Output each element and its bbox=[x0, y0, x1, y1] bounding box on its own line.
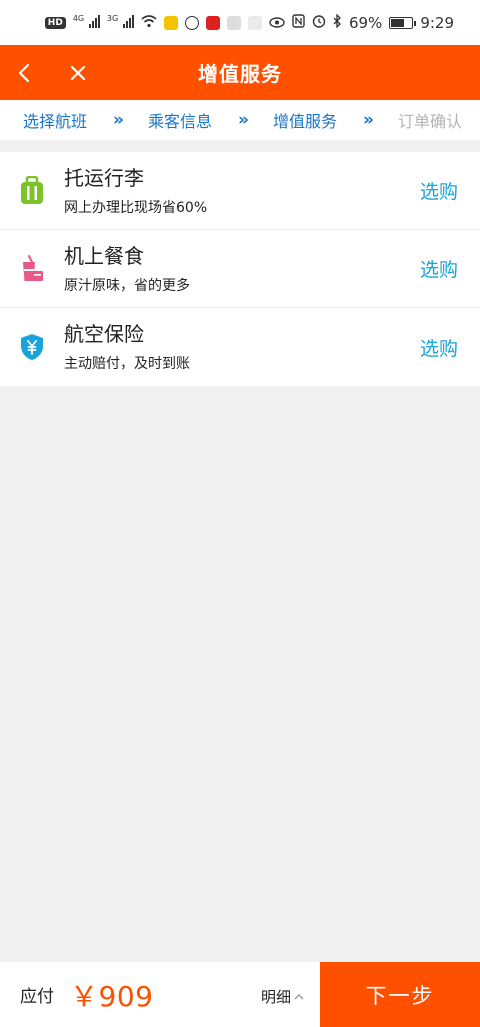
back-button[interactable] bbox=[4, 45, 44, 100]
nfc-icon bbox=[292, 13, 305, 32]
booking-steps: 选择航班 » 乘客信息 » 增值服务 » 订单确认 bbox=[0, 100, 480, 140]
service-item-insurance[interactable]: 航空保险 主动赔付，及时到账 选购 bbox=[0, 308, 480, 386]
clock-time: 9:29 bbox=[420, 13, 454, 32]
network-type-label: 3G bbox=[106, 13, 119, 23]
buy-button-meal[interactable]: 选购 bbox=[420, 255, 458, 282]
total-amount: ￥909 bbox=[70, 979, 154, 1013]
battery-icon bbox=[389, 16, 417, 29]
app-notification-icon bbox=[184, 15, 199, 30]
service-title: 机上餐食 bbox=[64, 243, 144, 268]
chevron-up-icon bbox=[294, 994, 304, 1000]
signal-1-icon: 4G bbox=[73, 14, 100, 32]
bluetooth-icon bbox=[333, 12, 342, 32]
detail-toggle[interactable]: 明细 bbox=[261, 986, 304, 1007]
app-notification-icon bbox=[163, 15, 178, 30]
buy-button-baggage[interactable]: 选购 bbox=[420, 177, 458, 204]
double-chevron-right-icon: » bbox=[238, 110, 249, 130]
detail-label: 明细 bbox=[261, 988, 292, 1006]
service-desc: 网上办理比现场省60% bbox=[64, 199, 208, 216]
shield-yen-icon bbox=[0, 333, 64, 361]
step-passenger-info: 乘客信息 bbox=[148, 112, 213, 131]
buy-button-insurance[interactable]: 选购 bbox=[420, 334, 458, 361]
close-button[interactable] bbox=[58, 45, 98, 100]
luggage-icon bbox=[0, 175, 64, 206]
service-item-baggage[interactable]: 托运行李 网上办理比现场省60% 选购 bbox=[0, 152, 480, 230]
eye-icon bbox=[269, 14, 285, 32]
status-bar: HD 4G 3G 69% 9:29 bbox=[0, 0, 480, 45]
network-type-label: 4G bbox=[72, 13, 85, 23]
app-notification-icon bbox=[226, 15, 241, 30]
pay-label: 应付 bbox=[20, 987, 54, 1007]
signal-2-icon: 3G bbox=[107, 14, 134, 32]
service-title: 航空保险 bbox=[64, 322, 144, 346]
service-desc: 主动赔付，及时到账 bbox=[64, 356, 190, 372]
service-desc: 原汁原味，省的更多 bbox=[64, 277, 190, 294]
service-list: 托运行李 网上办理比现场省60% 选购 机上餐食 原汁原味，省的更多 选购 航空… bbox=[0, 152, 480, 386]
app-notification-icon bbox=[205, 15, 220, 30]
close-icon bbox=[70, 65, 86, 80]
double-chevron-right-icon: » bbox=[113, 110, 124, 130]
service-item-meal[interactable]: 机上餐食 原汁原味，省的更多 选购 bbox=[0, 230, 480, 308]
step-value-added-service: 增值服务 bbox=[273, 112, 338, 131]
wifi-icon bbox=[141, 14, 157, 32]
double-chevron-right-icon: » bbox=[363, 110, 374, 130]
battery-percent: 69% bbox=[348, 13, 383, 32]
bottom-bar: 应付 ￥909 明细 下一步 bbox=[0, 962, 480, 1027]
hd-badge: HD bbox=[44, 16, 66, 29]
nav-header: 增值服务 bbox=[0, 45, 480, 100]
step-order-confirm: 订单确认 bbox=[398, 112, 463, 131]
step-select-flight: 选择航班 bbox=[23, 112, 88, 131]
app-notification-icon bbox=[247, 15, 262, 30]
chevron-left-icon bbox=[18, 63, 30, 82]
next-step-button[interactable]: 下一步 bbox=[320, 962, 480, 1027]
page-title: 增值服务 bbox=[198, 62, 282, 86]
meal-icon bbox=[0, 254, 64, 283]
service-title: 托运行李 bbox=[64, 165, 144, 190]
alarm-icon bbox=[312, 14, 326, 32]
